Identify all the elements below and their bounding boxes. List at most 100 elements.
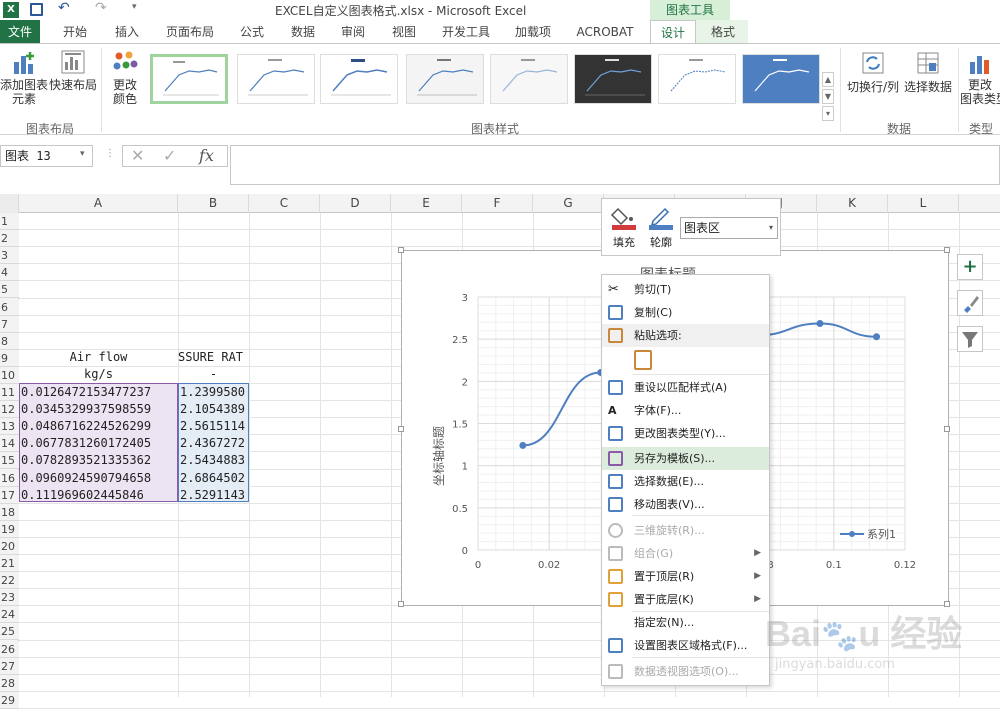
cell-a11[interactable]: 0.0126472153477237 [21,384,177,401]
menu-item-3d-rotate[interactable]: 三维旋转(R)... [602,519,769,542]
quick-layout-button[interactable]: 快速布局 [48,48,98,92]
change-colors-button[interactable]: 更改 颜色 [104,50,146,106]
excel-logo-icon[interactable]: X [3,2,19,18]
row-header[interactable]: 27 [0,657,19,675]
cell-a10[interactable]: kg/s [19,366,178,383]
row-header[interactable]: 18 [0,503,19,521]
row-header[interactable]: 6 [0,298,19,316]
tab-acrobat[interactable]: ACROBAT [570,20,640,44]
fill-button[interactable]: 填充 [608,203,640,253]
tab-home[interactable]: 开始 [55,20,95,44]
row-header[interactable]: 29 [0,691,19,709]
row-header[interactable]: 13 [0,418,19,436]
formula-bar-handle[interactable]: ⋮ [105,148,115,159]
row-header[interactable]: 3 [0,247,19,265]
cell-a17[interactable]: 0.111969602445846 [21,487,177,504]
row-header[interactable]: 28 [0,674,19,692]
menu-item-bring-front[interactable]: 置于顶层(R) ▶ [602,565,769,588]
tab-format[interactable]: 格式 [700,20,746,44]
column-header[interactable]: B [178,194,249,213]
row-header[interactable]: 11 [0,384,19,401]
add-chart-element-button[interactable]: 添加图表 元素 [0,48,48,106]
chart-element-dropdown[interactable]: 图表区 ▾ [680,217,778,239]
insert-function-icon[interactable]: fx [199,146,214,165]
menu-item-format-area[interactable]: 设置图表区域格式(F)... [602,634,769,657]
menu-item-copy[interactable]: 复制(C) [602,301,769,324]
menu-item-scissors[interactable]: ✂ 剪切(T) [602,278,769,301]
chart-style-2[interactable] [237,54,315,104]
chart-styles-button[interactable] [957,290,983,316]
cell-b14[interactable]: 2.4367272 [180,435,248,452]
cell-b17[interactable]: 2.5291143 [180,487,248,504]
cell-a13[interactable]: 0.0486716224526299 [21,418,177,435]
select-data-button[interactable]: 选择数据 [902,50,954,94]
column-header[interactable]: D [320,194,391,213]
row-header[interactable]: 22 [0,572,19,590]
styles-scroll-up-button[interactable]: ▲ [822,72,834,87]
row-header[interactable]: 8 [0,332,19,350]
tab-data[interactable]: 数据 [283,20,323,44]
change-chart-type-button[interactable]: 更改 图表类型 [960,50,1000,106]
cell-a15[interactable]: 0.0782893521335362 [21,452,177,469]
tab-page-layout[interactable]: 页面布局 [160,20,220,44]
menu-item-chart-type[interactable]: 更改图表类型(Y)... [602,422,769,445]
column-header[interactable]: F [462,194,533,213]
row-header[interactable]: 10 [0,366,19,384]
chart-style-1[interactable] [150,54,228,104]
row-header[interactable]: 7 [0,315,19,333]
cell-b10[interactable]: - [178,366,249,383]
tab-developer[interactable]: 开发工具 [436,20,496,44]
row-header[interactable]: 4 [0,264,19,282]
tab-formulas[interactable]: 公式 [232,20,272,44]
cell-b11[interactable]: 1.2399580 [180,384,248,401]
column-header[interactable]: C [249,194,320,213]
row-header[interactable]: 1 [0,213,19,230]
row-header[interactable]: 17 [0,486,19,504]
tab-review[interactable]: 审阅 [333,20,373,44]
menu-item-paste[interactable]: 粘贴选项: [602,324,769,347]
cell-a9[interactable]: Air flow [19,349,178,366]
name-box-dropdown-icon[interactable]: ▾ [80,149,85,159]
chart-style-5[interactable] [490,54,568,104]
chart-style-6[interactable] [574,54,652,104]
column-header[interactable]: L [888,194,959,213]
cell-b15[interactable]: 2.5434883 [180,452,248,469]
row-header[interactable]: 24 [0,606,19,624]
qat-customize-icon[interactable]: ▾ [132,2,137,12]
undo-icon[interactable]: ↶ [58,0,70,16]
enter-icon[interactable]: ✓ [163,146,176,165]
formula-input[interactable] [230,145,1000,185]
tab-design[interactable]: 设计 [650,20,696,44]
menu-item-reset-style[interactable]: 重设以匹配样式(A) [602,376,769,399]
menu-item-pivot-options[interactable]: 数据透视图选项(O)... [602,660,769,683]
column-header[interactable]: E [391,194,462,213]
cell-b16[interactable]: 2.6864502 [180,470,248,487]
outline-button[interactable]: 轮廓 [644,203,678,253]
row-header[interactable]: 2 [0,230,19,248]
legend[interactable]: 系列1 [840,526,900,542]
cancel-icon[interactable]: ✕ [131,146,144,165]
row-header[interactable]: 25 [0,623,19,641]
cell-a14[interactable]: 0.0677831260172405 [21,435,177,452]
redo-icon[interactable]: ↷ [95,0,107,16]
chart-style-8[interactable] [742,54,820,104]
menu-item-save-template[interactable]: 另存为模板(S)... [602,447,769,470]
menu-item-assign-macro[interactable]: 指定宏(N)... [602,611,769,634]
row-header[interactable]: 12 [0,401,19,419]
row-header[interactable]: 16 [0,469,19,487]
row-header[interactable]: 19 [0,520,19,538]
column-header[interactable]: K [817,194,888,213]
chart-filters-button[interactable] [957,326,983,352]
paste-keep-format-icon[interactable] [634,350,652,370]
column-header[interactable]: A [19,194,178,213]
row-header[interactable]: 14 [0,435,19,453]
chart-elements-button[interactable]: + [957,254,983,280]
menu-item-font[interactable]: A 字体(F)... [602,399,769,422]
save-icon[interactable] [30,3,43,16]
chart-style-7[interactable] [658,54,736,104]
styles-scroll-down-button[interactable]: ▼ [822,89,834,104]
row-header[interactable]: 21 [0,555,19,572]
tab-view[interactable]: 视图 [384,20,424,44]
cell-a12[interactable]: 0.0345329937598559 [21,401,177,418]
menu-item-select-data[interactable]: 选择数据(E)... [602,470,769,493]
